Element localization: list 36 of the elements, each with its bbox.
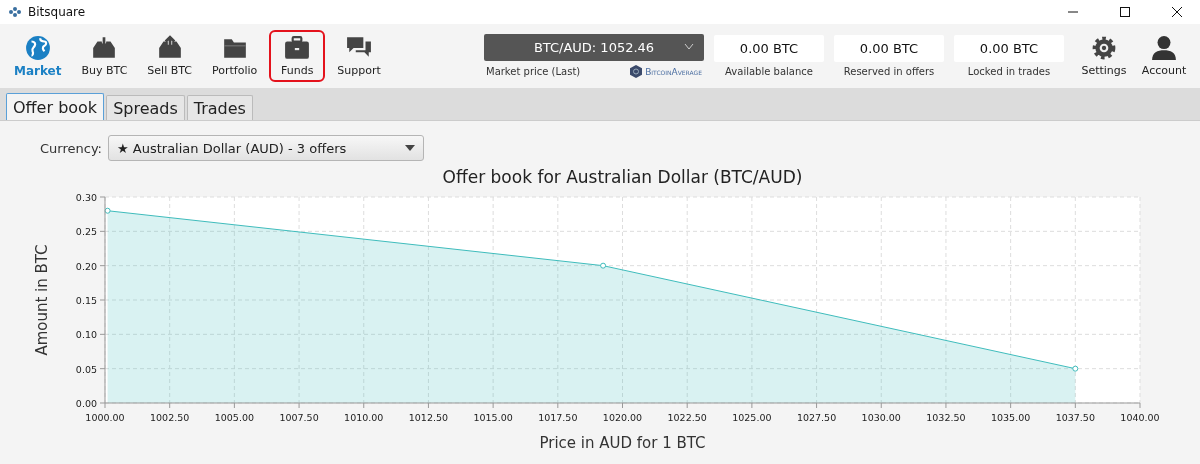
chart-title: Offer book for Australian Dollar (BTC/AUD) — [442, 167, 803, 187]
balance-value: 0.00 BTC — [954, 35, 1064, 62]
x-tick-label: 1030.00 — [861, 412, 901, 423]
x-tick-label: 1025.00 — [732, 412, 772, 423]
x-tick-label: 1010.00 — [344, 412, 384, 423]
y-tick-label: 0.15 — [75, 295, 97, 306]
x-tick-label: 1000.00 — [85, 412, 125, 423]
y-tick-label: 0.00 — [75, 398, 97, 409]
x-tick-label: 1002.50 — [150, 412, 190, 423]
x-tick-label: 1017.50 — [538, 412, 578, 423]
window-title: Bitsquare — [28, 5, 87, 19]
x-tick-label: 1015.00 — [473, 412, 513, 423]
x-tick-label: 1020.00 — [602, 412, 643, 423]
x-tick-label: 1027.50 — [796, 412, 837, 423]
balance-value: 0.00 BTC — [834, 35, 944, 62]
x-tick-label: 1007.50 — [279, 412, 319, 423]
x-tick-label: 1012.50 — [408, 412, 449, 423]
x-tick-label: 1037.50 — [1055, 412, 1095, 423]
x-tick-label: 1022.50 — [667, 412, 707, 423]
balance-caption: Reserved in offers — [843, 66, 935, 77]
x-tick-label: 1035.00 — [991, 412, 1031, 423]
market-price-caption: Market price (Last) — [486, 66, 581, 77]
x-tick-label: 1005.00 — [214, 412, 254, 423]
y-tick-label: 0.10 — [75, 329, 97, 341]
currency-label: Currency: — [40, 140, 102, 156]
x-tick-label: 1040.00 — [1120, 412, 1160, 423]
balance-caption: Available balance — [725, 66, 813, 77]
y-tick-label: 0.30 — [75, 192, 97, 203]
y-axis-title: Amount in BTC — [33, 244, 51, 356]
x-axis-title: Price in AUD for 1 BTC — [539, 434, 706, 452]
balance-value: 0.00 BTC — [714, 35, 824, 62]
balance-caption: Locked in trades — [967, 66, 1051, 77]
y-tick-label: 0.05 — [75, 363, 97, 375]
y-tick-label: 0.25 — [75, 226, 97, 238]
x-tick-label: 1032.50 — [926, 412, 966, 423]
y-tick-label: 0.20 — [75, 260, 97, 272]
